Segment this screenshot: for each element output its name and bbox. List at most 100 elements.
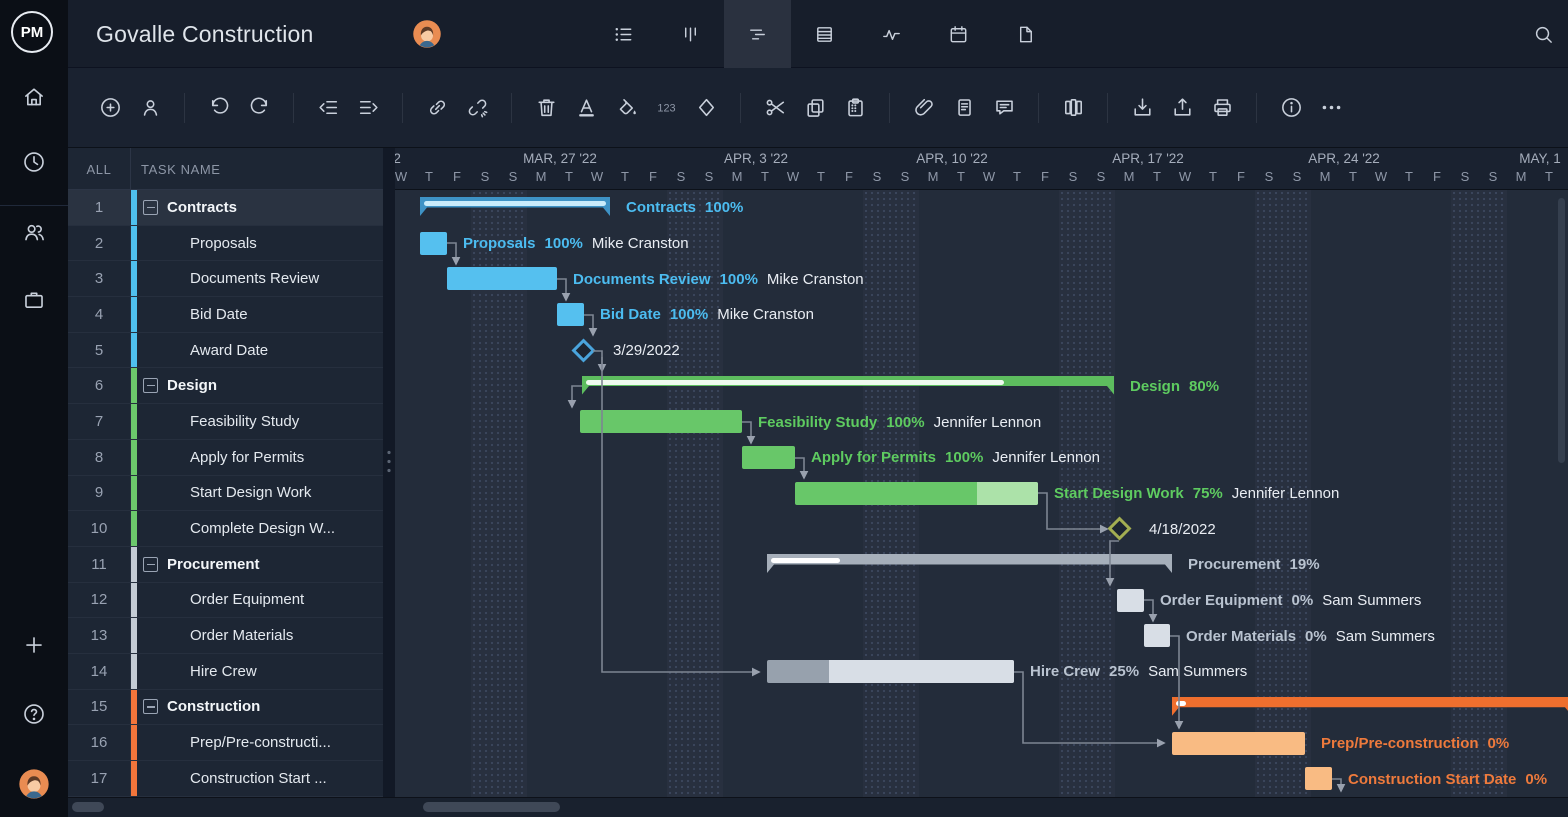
table-row-14[interactable]: 14Hire Crew: [68, 654, 383, 690]
table-row-16[interactable]: 16Prep/Pre-constructi...: [68, 725, 383, 761]
help-icon[interactable]: [0, 694, 68, 734]
user-avatar[interactable]: [0, 764, 68, 804]
notes-button[interactable]: [944, 88, 984, 128]
project-title[interactable]: Govalle Construction: [96, 0, 314, 68]
table-row-6[interactable]: 6Design: [68, 368, 383, 404]
export-button[interactable]: [1162, 88, 1202, 128]
task-bar-17[interactable]: [1305, 767, 1332, 790]
fill-color-button[interactable]: [606, 88, 646, 128]
cut-button[interactable]: [755, 88, 795, 128]
day-letter: F: [639, 169, 667, 184]
work-icon[interactable]: [0, 280, 68, 320]
summary-progress-stripe: [424, 201, 606, 206]
bar-percent: 0%: [1525, 771, 1547, 788]
column-header-all[interactable]: ALL: [68, 148, 130, 190]
table-row-2[interactable]: 2Proposals: [68, 226, 383, 262]
font-color-button[interactable]: [566, 88, 606, 128]
undo-button[interactable]: [199, 88, 239, 128]
task-bar-8[interactable]: [742, 446, 795, 469]
clock-icon[interactable]: [0, 142, 68, 182]
toolbar-separator: [1256, 93, 1257, 123]
table-row-3[interactable]: 3Documents Review: [68, 261, 383, 297]
indent-icon: [356, 95, 381, 120]
task-bar-16[interactable]: [1172, 732, 1305, 755]
collapse-icon[interactable]: [143, 200, 158, 215]
row-number: 6: [68, 368, 130, 403]
plus-icon[interactable]: [0, 625, 68, 665]
project-owner-avatar[interactable]: [412, 19, 442, 49]
redo-button[interactable]: [239, 88, 279, 128]
table-row-17[interactable]: 17Construction Start ...: [68, 761, 383, 797]
gantt-hscroll-thumb[interactable]: [423, 802, 560, 812]
assign-button[interactable]: [130, 88, 170, 128]
task-name: Order Materials: [143, 618, 379, 653]
tab-sheet[interactable]: [791, 0, 858, 68]
import-button[interactable]: [1122, 88, 1162, 128]
column-header-task-name[interactable]: TASK NAME: [141, 148, 221, 190]
collapse-icon[interactable]: [143, 557, 158, 572]
task-bar-3[interactable]: [447, 267, 557, 290]
table-row-15[interactable]: 15Construction: [68, 690, 383, 726]
milestone-diamond-5[interactable]: [571, 338, 595, 362]
table-row-11[interactable]: 11Procurement: [68, 547, 383, 583]
add-task-button[interactable]: [90, 88, 130, 128]
table-row-8[interactable]: 8Apply for Permits: [68, 440, 383, 476]
cut-icon: [763, 95, 788, 120]
search-button[interactable]: [1518, 0, 1568, 68]
summary-bar-6[interactable]: [582, 376, 1114, 395]
collapse-icon[interactable]: [143, 378, 158, 393]
copy-button[interactable]: [795, 88, 835, 128]
numbers-button[interactable]: 123: [646, 88, 686, 128]
tab-board[interactable]: [657, 0, 724, 68]
tab-list[interactable]: [590, 0, 657, 68]
table-row-9[interactable]: 9Start Design Work: [68, 476, 383, 512]
row-number: 10: [68, 511, 130, 546]
bar-task-name: Feasibility Study: [758, 414, 877, 431]
comment-button[interactable]: [984, 88, 1024, 128]
task-name: Proposals: [143, 226, 379, 261]
milestone-button[interactable]: [686, 88, 726, 128]
task-bar-14[interactable]: [767, 660, 1014, 683]
row-number: 1: [68, 190, 130, 225]
task-bar-7[interactable]: [580, 410, 742, 433]
tab-calendar[interactable]: [925, 0, 992, 68]
day-letter: M: [919, 169, 947, 184]
projectmanager-logo[interactable]: PM: [11, 11, 53, 53]
task-bar-2[interactable]: [420, 232, 447, 255]
info-button[interactable]: [1271, 88, 1311, 128]
delete-button[interactable]: [526, 88, 566, 128]
task-bar-4[interactable]: [557, 303, 584, 326]
table-row-4[interactable]: 4Bid Date: [68, 297, 383, 333]
table-row-12[interactable]: 12Order Equipment: [68, 583, 383, 619]
milestone-date: 3/29/2022: [613, 342, 680, 359]
collapse-icon[interactable]: [143, 699, 158, 714]
tab-doc[interactable]: [992, 0, 1059, 68]
columns-button[interactable]: [1053, 88, 1093, 128]
attachment-button[interactable]: [904, 88, 944, 128]
more-button[interactable]: [1311, 88, 1351, 128]
outdent-button[interactable]: [308, 88, 348, 128]
print-button[interactable]: [1202, 88, 1242, 128]
task-bar-9[interactable]: [795, 482, 1038, 505]
table-row-5[interactable]: 5Award Date: [68, 333, 383, 369]
task-bar-13[interactable]: [1144, 624, 1170, 647]
link-button[interactable]: [417, 88, 457, 128]
home-icon[interactable]: [0, 77, 68, 117]
tab-activity[interactable]: [858, 0, 925, 68]
table-row-7[interactable]: 7Feasibility Study: [68, 404, 383, 440]
table-hscroll-thumb[interactable]: [72, 802, 104, 812]
summary-bar-15[interactable]: [1172, 697, 1568, 716]
indent-button[interactable]: [348, 88, 388, 128]
table-row-1[interactable]: 1Contracts: [68, 190, 383, 226]
gantt-vscroll-thumb[interactable]: [1558, 198, 1565, 463]
unlink-button[interactable]: [457, 88, 497, 128]
tab-gantt[interactable]: [724, 0, 791, 68]
table-row-10[interactable]: 10Complete Design W...: [68, 511, 383, 547]
table-row-13[interactable]: 13Order Materials: [68, 618, 383, 654]
panel-splitter[interactable]: [383, 148, 395, 797]
day-letter: S: [863, 169, 891, 184]
day-letter: T: [1339, 169, 1367, 184]
team-icon[interactable]: [0, 212, 68, 252]
paste-button[interactable]: [835, 88, 875, 128]
task-bar-12[interactable]: [1117, 589, 1144, 612]
